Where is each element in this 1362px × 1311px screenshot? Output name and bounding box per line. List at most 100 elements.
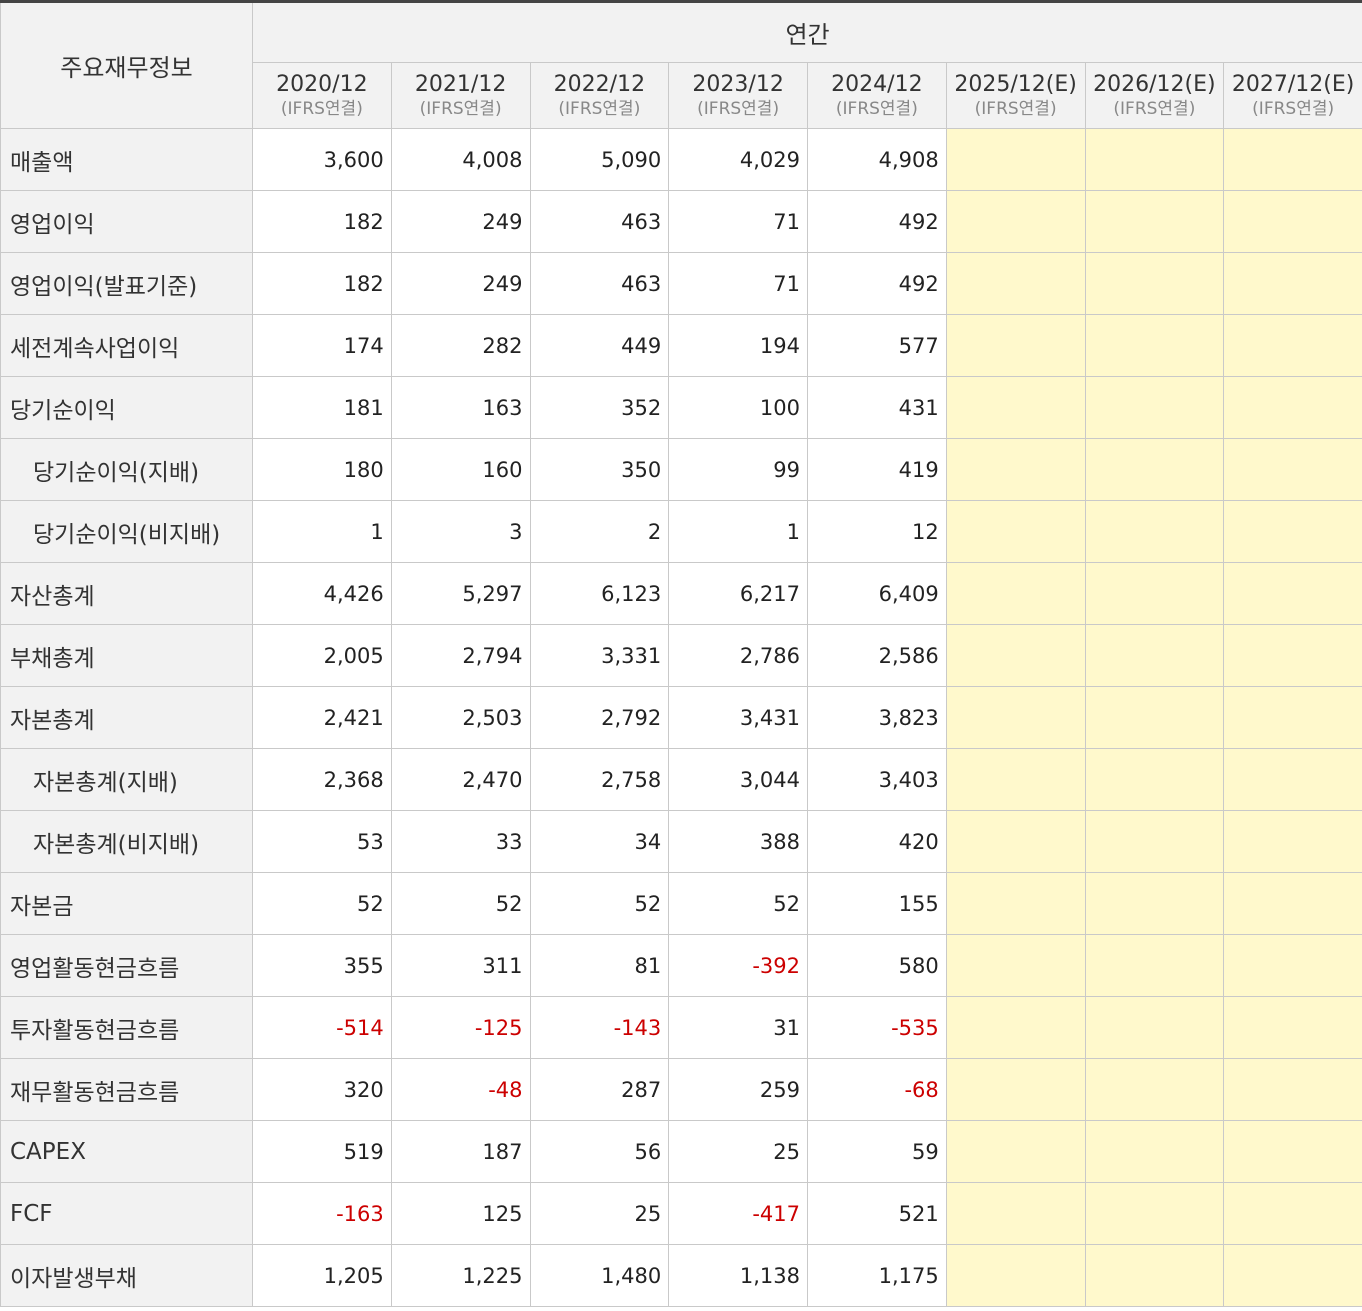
estimate-cell	[1084, 314, 1225, 377]
year-header-3[interactable]: 2023/12 (IFRS연결)	[668, 62, 808, 129]
value-cell: -143	[529, 996, 670, 1059]
table-row: CAPEX 519 187 56 25 59	[0, 1120, 1362, 1183]
value-cell: 449	[529, 314, 670, 377]
year-label: 2024/12	[831, 71, 923, 97]
estimate-cell	[1223, 376, 1362, 439]
table-row: 세전계속사업이익 174 282 449 194 577	[0, 314, 1362, 377]
value-cell: 31	[668, 996, 808, 1059]
value-cell: 52	[668, 872, 808, 935]
value-cell: 492	[807, 190, 947, 253]
year-basis-label: (IFRS연결)	[1252, 98, 1335, 119]
value-cell: 5,297	[390, 562, 531, 625]
year-basis-label: (IFRS연결)	[974, 98, 1057, 119]
value-cell: 2,005	[252, 624, 392, 687]
value-cell: 4,008	[390, 128, 531, 191]
value-cell: 71	[668, 190, 808, 253]
estimate-cell	[945, 190, 1086, 253]
estimate-cell	[1084, 252, 1225, 315]
value-cell: 1,205	[252, 1244, 392, 1307]
table-row: 자본총계 2,421 2,503 2,792 3,431 3,823	[0, 686, 1362, 749]
value-cell: 4,029	[668, 128, 808, 191]
estimate-cell	[1223, 1244, 1362, 1307]
row-label[interactable]: 당기순이익(지배)	[0, 438, 253, 501]
value-cell: 4,426	[252, 562, 392, 625]
estimate-cell	[945, 1244, 1086, 1307]
year-label: 2023/12	[692, 71, 784, 97]
year-header-4[interactable]: 2024/12 (IFRS연결)	[807, 62, 947, 129]
row-label[interactable]: 자산총계	[0, 562, 253, 625]
table-row: 자본금 52 52 52 52 155	[0, 872, 1362, 935]
value-cell: -68	[807, 1058, 947, 1121]
row-label[interactable]: 세전계속사업이익	[0, 314, 253, 377]
value-cell: 52	[390, 872, 531, 935]
table-row: 부채총계 2,005 2,794 3,331 2,786 2,586	[0, 624, 1362, 687]
value-cell: 352	[529, 376, 670, 439]
value-cell: 1	[252, 500, 392, 563]
year-header-6[interactable]: 2026/12(E) (IFRS연결)	[1084, 62, 1225, 129]
row-label[interactable]: 투자활동현금흐름	[0, 996, 253, 1059]
value-cell: 2,586	[807, 624, 947, 687]
estimate-cell	[1223, 872, 1362, 935]
year-label: 2025/12(E)	[954, 71, 1077, 97]
header-row-group: 주요재무정보 연간	[0, 1, 1362, 129]
row-label[interactable]: 당기순이익(비지배)	[0, 500, 253, 563]
year-label: 2022/12	[553, 71, 646, 97]
row-label[interactable]: 영업활동현금흐름	[0, 934, 253, 997]
value-cell: 99	[668, 438, 808, 501]
value-cell: 463	[529, 252, 670, 315]
table-row: 당기순이익 181 163 352 100 431	[0, 376, 1362, 439]
value-cell: 187	[390, 1120, 531, 1183]
estimate-cell	[1223, 934, 1362, 997]
value-cell: 160	[390, 438, 531, 501]
estimate-cell	[1084, 1058, 1225, 1121]
year-header-0[interactable]: 2020/12 (IFRS연결)	[252, 62, 392, 129]
table-row: 자본총계(지배) 2,368 2,470 2,758 3,044 3,403	[0, 748, 1362, 811]
row-label[interactable]: 이자발생부채	[0, 1244, 253, 1307]
table-row: 투자활동현금흐름 -514 -125 -143 31 -535	[0, 996, 1362, 1059]
value-cell: 3,823	[807, 686, 947, 749]
row-label[interactable]: 재무활동현금흐름	[0, 1058, 253, 1121]
value-cell: 56	[529, 1120, 670, 1183]
row-label[interactable]: 영업이익(발표기준)	[0, 252, 253, 315]
estimate-cell	[1084, 934, 1225, 997]
financial-summary-table: 주요재무정보 연간 2020/12 (IFRS연결) 2021/12 (IFRS연결)…	[0, 0, 1362, 1307]
estimate-cell	[945, 562, 1086, 625]
estimate-cell	[1084, 562, 1225, 625]
annual-group-header: 연간	[251, 1, 1362, 63]
year-header-1[interactable]: 2021/12 (IFRS연결)	[390, 62, 531, 129]
row-label[interactable]: 자본총계(지배)	[0, 748, 253, 811]
value-cell: -163	[252, 1182, 392, 1245]
estimate-cell	[945, 686, 1086, 749]
row-label[interactable]: 자본총계(비지배)	[0, 810, 253, 873]
row-label[interactable]: 부채총계	[0, 624, 253, 687]
table-row: FCF -163 125 25 -417 521	[0, 1182, 1362, 1245]
year-label: 2021/12	[414, 71, 507, 97]
row-label[interactable]: 영업이익	[0, 190, 253, 253]
year-header-7[interactable]: 2027/12(E) (IFRS연결)	[1223, 62, 1362, 129]
row-label[interactable]: FCF	[0, 1182, 253, 1245]
value-cell: 3	[390, 500, 531, 563]
year-label: 2026/12(E)	[1093, 71, 1216, 97]
estimate-cell	[945, 934, 1086, 997]
value-cell: 25	[529, 1182, 670, 1245]
row-label[interactable]: 자본금	[0, 872, 253, 935]
value-cell: 519	[252, 1120, 392, 1183]
value-cell: 6,123	[529, 562, 670, 625]
value-cell: 6,217	[668, 562, 808, 625]
row-label[interactable]: 매출액	[0, 128, 253, 191]
year-header-2[interactable]: 2022/12 (IFRS연결)	[529, 62, 670, 129]
year-basis-label: (IFRS연결)	[419, 98, 502, 119]
value-cell: 1,480	[529, 1244, 670, 1307]
value-cell: 4,908	[807, 128, 947, 191]
estimate-cell	[945, 500, 1086, 563]
table-row: 매출액 3,600 4,008 5,090 4,029 4,908	[0, 128, 1362, 191]
table-row: 재무활동현금흐름 320 -48 287 259 -68	[0, 1058, 1362, 1121]
row-label[interactable]: 자본총계	[0, 686, 253, 749]
value-cell: 1,138	[668, 1244, 808, 1307]
row-label[interactable]: 당기순이익	[0, 376, 253, 439]
table-title: 주요재무정보	[0, 1, 253, 129]
row-label[interactable]: CAPEX	[0, 1120, 253, 1183]
estimate-cell	[1223, 438, 1362, 501]
value-cell: 174	[252, 314, 392, 377]
year-header-5[interactable]: 2025/12(E) (IFRS연결)	[945, 62, 1086, 129]
